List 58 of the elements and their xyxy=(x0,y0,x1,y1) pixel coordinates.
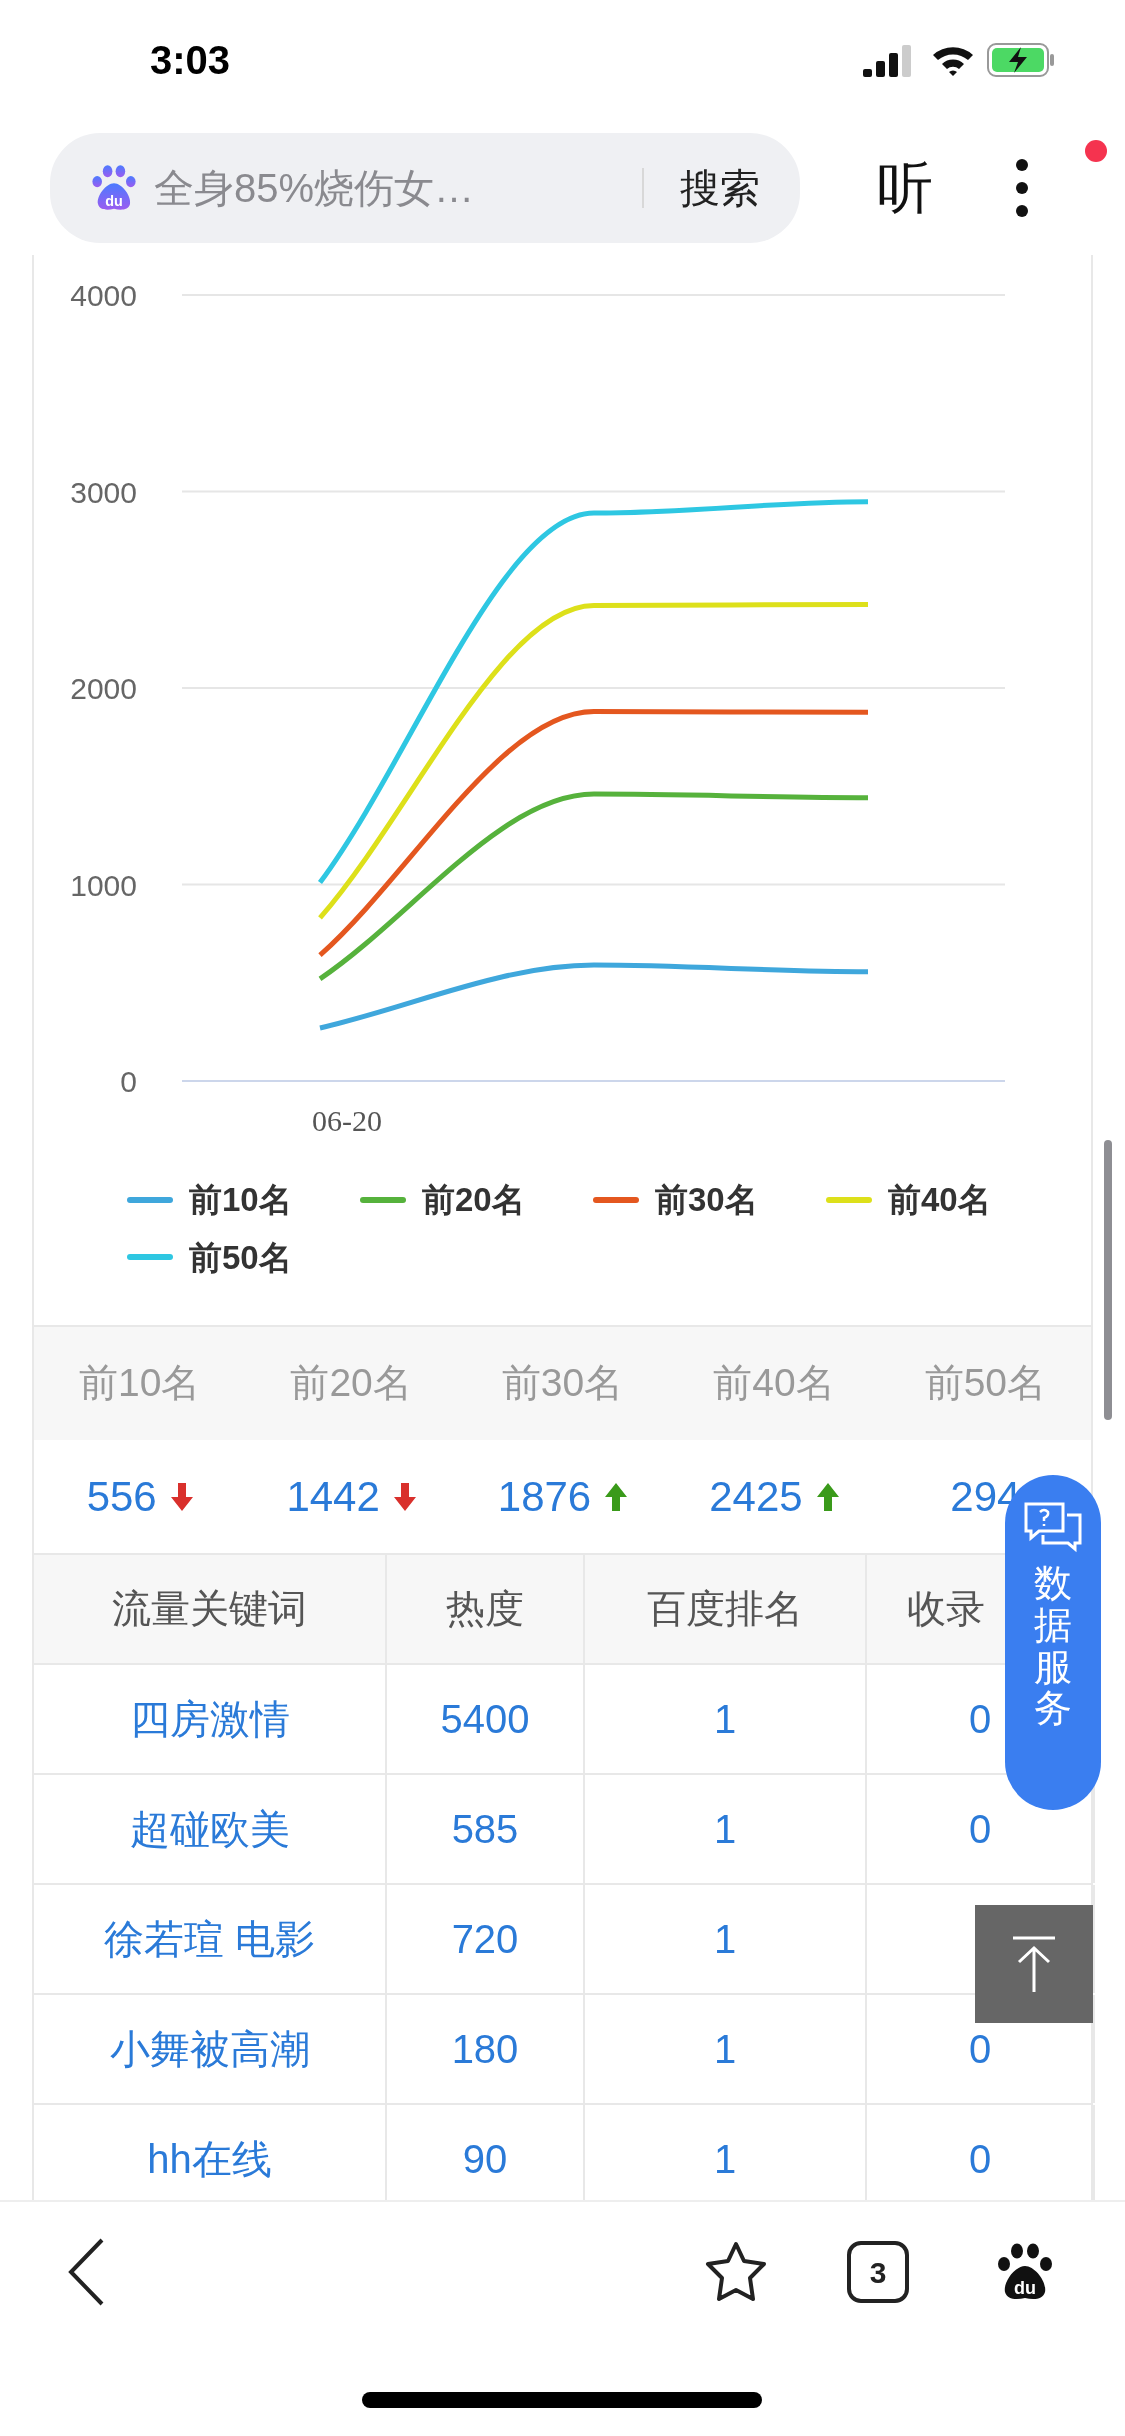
y-axis-label: 4000 xyxy=(70,279,137,312)
stat-label: 前10名 xyxy=(78,1360,202,1407)
keyword-link[interactable]: 四房激情 xyxy=(34,1665,387,1773)
listen-button[interactable]: 听 xyxy=(877,145,933,230)
legend-label: 前10名 xyxy=(189,1180,292,1220)
legend-item[interactable]: 前10名 xyxy=(127,1175,360,1225)
stat-label: 前20名 xyxy=(289,1360,413,1407)
search-button[interactable]: 搜索 xyxy=(680,157,760,218)
legend-item[interactable]: 前30名 xyxy=(593,1175,826,1225)
stat-value: 556 xyxy=(86,1472,157,1522)
table-cell: 585 xyxy=(387,1775,585,1883)
y-axis-label: 1000 xyxy=(70,868,137,902)
legend-label: 前50名 xyxy=(189,1237,292,1278)
star-icon[interactable] xyxy=(703,2241,769,2303)
y-axis-label: 3000 xyxy=(70,475,137,509)
keyword-link[interactable]: 超碰欧美 xyxy=(34,1775,387,1883)
stat-label: 前40名 xyxy=(712,1360,836,1407)
table-cell: 90 xyxy=(387,2105,585,2200)
status-time: 3:03 xyxy=(150,37,231,84)
table-cell: 1 xyxy=(585,1775,867,1883)
table-cell: 1 xyxy=(585,1665,867,1773)
arrow-up-icon xyxy=(1011,1936,1057,1992)
stat-label: 前50名 xyxy=(923,1360,1047,1407)
back-icon[interactable] xyxy=(68,2238,106,2306)
legend-item[interactable]: 前40名 xyxy=(826,1175,1059,1225)
more-menu-icon[interactable] xyxy=(1015,157,1029,218)
stat-label: 前30名 xyxy=(500,1360,625,1407)
keyword-link[interactable]: 小舞被高潮 xyxy=(34,1995,387,2103)
legend-label: 前30名 xyxy=(655,1180,758,1220)
table-cell: 0 xyxy=(867,2105,1095,2200)
battery-icon xyxy=(987,43,1055,77)
search-query: 全身85%烧伤女… xyxy=(154,164,475,212)
legend-item[interactable]: 前20名 xyxy=(360,1175,593,1225)
y-axis-label: 2000 xyxy=(70,672,137,705)
table-cell: 5400 xyxy=(387,1665,585,1773)
y-axis-label: 0 xyxy=(120,1065,137,1098)
table-cell: 1 xyxy=(585,1885,867,1993)
legend-item[interactable]: 前50名 xyxy=(127,1232,360,1282)
keyword-link[interactable]: 徐若瑄 电影 xyxy=(34,1885,387,1993)
tab-count-button[interactable]: 3 xyxy=(847,2241,909,2303)
wifi-icon xyxy=(931,44,975,76)
x-axis-label: 06-20 xyxy=(312,1104,382,1135)
stat-value: 1876 xyxy=(497,1472,592,1522)
table-header-cell: 热度 xyxy=(387,1555,585,1663)
legend-label: 前20名 xyxy=(422,1180,525,1220)
table-cell: 1 xyxy=(585,1995,867,2103)
back-to-top-button[interactable] xyxy=(975,1905,1093,2023)
table-cell: 720 xyxy=(387,1885,585,1993)
stat-value: 2425 xyxy=(709,1472,803,1522)
search-field[interactable]: du 全身85%烧伤女… 搜索 xyxy=(50,132,800,243)
table-header-cell: 流量关键词 xyxy=(34,1555,387,1663)
table-header-cell: 百度排名 xyxy=(585,1555,867,1663)
table-cell: 180 xyxy=(387,1995,585,2103)
keyword-link[interactable]: hh在线 xyxy=(34,2105,387,2200)
stat-value: 1442 xyxy=(286,1472,380,1522)
chat-question-icon xyxy=(1023,1501,1083,1553)
legend-label: 前40名 xyxy=(888,1180,991,1220)
table-cell: 1 xyxy=(585,2105,867,2200)
